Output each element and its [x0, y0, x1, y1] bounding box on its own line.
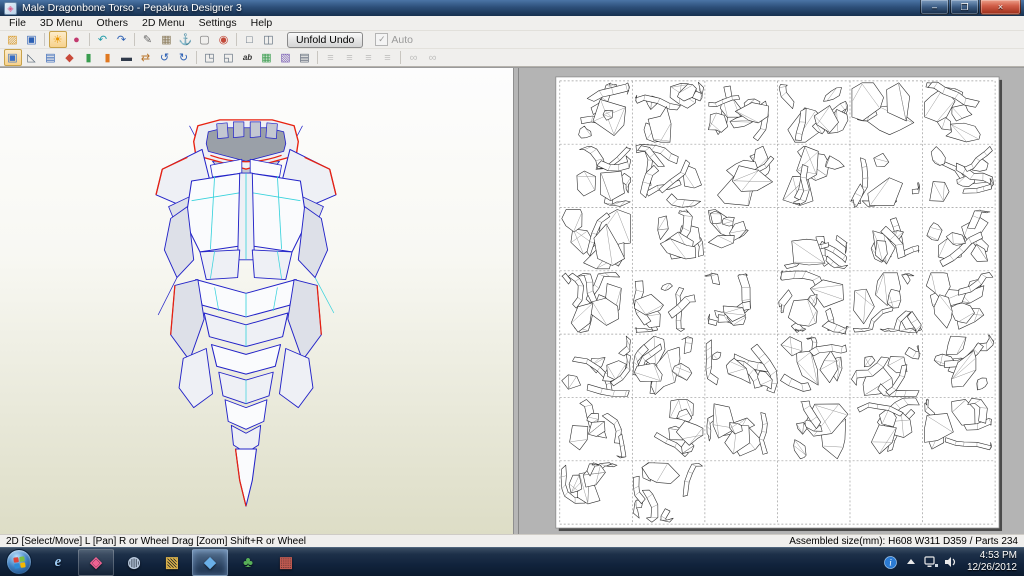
image-page-icon[interactable]: ▧	[277, 49, 295, 66]
taskbar-apps: e ◈ ◍ ▧ ◆ ♣ ▦	[39, 548, 305, 576]
paint-icon[interactable]: ◆	[61, 49, 79, 66]
edit-flap-icon[interactable]: ◺	[23, 49, 41, 66]
taskbar-app-hp-globe-tool[interactable]: ◍	[116, 549, 152, 576]
media-player-icon: ▦	[278, 553, 294, 571]
status-assembled-size: Assembled size(mm): H608 W311 D359 / Par…	[789, 536, 1018, 547]
notification-app-icon[interactable]: i	[884, 555, 898, 569]
part-green-icon[interactable]: ▮	[80, 49, 98, 66]
align-center-icon: ≡	[346, 51, 353, 64]
windows-flag-icon	[12, 555, 26, 569]
menu-help[interactable]: Help	[244, 17, 280, 29]
join-edge-icon: ∞	[409, 51, 418, 64]
menu-file[interactable]: File	[2, 17, 33, 29]
taskbar: e ◈ ◍ ▧ ◆ ♣ ▦ i 4:53 PM 12/26/2012	[0, 547, 1024, 576]
taskbar-app-pepakura-designer[interactable]: ◆	[192, 548, 228, 576]
rotate-piece-ccw-icon[interactable]: ↺	[156, 49, 174, 66]
system-tray: i 4:53 PM 12/26/2012	[884, 548, 1024, 576]
menu-3d-menu[interactable]: 3D Menu	[33, 17, 90, 29]
toolbar-main-icons: ▨ ▣ ☀ ● ↶ ↷ ✎ ▦ ⚓ ▢ ◉ □ ◫	[3, 31, 278, 48]
anchor-icon[interactable]: ⚓	[177, 31, 195, 48]
zoom-selection-icon[interactable]: ◳	[201, 49, 219, 66]
toolbar-separator	[134, 33, 135, 46]
status-bar: 2D [Select/Move] L [Pan] R or Wheel Drag…	[0, 534, 1024, 548]
menu-bar: File 3D Menu Others 2D Menu Settings Help	[0, 16, 1024, 31]
auto-checkbox[interactable]: ✓	[375, 33, 389, 46]
part-orange-icon[interactable]: ▮	[99, 49, 117, 66]
clock-time: 4:53 PM	[979, 549, 1017, 561]
edge-id-icon[interactable]: ab	[239, 49, 257, 66]
restore-button[interactable]: ❐	[950, 0, 979, 15]
show-hidden-icons-button[interactable]	[904, 555, 918, 569]
minimize-button[interactable]: –	[920, 0, 949, 15]
split-edge-icon: ∞	[428, 51, 437, 64]
single-window-icon[interactable]: □	[241, 31, 259, 48]
taskbar-app-media-player[interactable]: ▦	[268, 549, 304, 576]
app-window: ◈ Male Dragonbone Torso - Pepakura Desig…	[0, 0, 1024, 548]
toolbar-2d-icons: ▣ ◺ ▤ ◆ ▮ ▮ ▬ ⇄ ↺ ↻ ◳ ◱ ab ▦ ▧ ▤ ≡ ≡ ≡ ≡ ∞ ∞	[3, 49, 442, 66]
menu-others[interactable]: Others	[90, 17, 136, 29]
align-left-icon: ≡	[327, 51, 334, 64]
status-hint-text: 2D [Select/Move] L [Pan] R or Wheel Drag…	[6, 536, 307, 547]
unfold-undo-button[interactable]: Unfold Undo	[287, 31, 364, 48]
light-toggle-icon[interactable]: ☀	[48, 31, 67, 48]
flip-piece-icon[interactable]: ⇄	[137, 49, 155, 66]
taskbar-clock[interactable]: 4:53 PM 12/26/2012	[967, 550, 1017, 575]
volume-icon[interactable]	[944, 555, 958, 569]
auto-checkbox-group: ✓ Auto	[375, 33, 413, 46]
toolbar-separator	[400, 51, 401, 64]
toolbar-separator	[196, 51, 197, 64]
window-controls: – ❐ ×	[919, 0, 1021, 15]
close-button[interactable]: ×	[980, 0, 1021, 15]
internet-explorer-icon: e	[54, 553, 62, 570]
workspace	[0, 67, 1024, 534]
toolbar-main: ▨ ▣ ☀ ● ↶ ↷ ✎ ▦ ⚓ ▢ ◉ □ ◫ Unfold Undo ✓ Auto	[0, 31, 1024, 49]
align-right-icon: ≡	[365, 51, 372, 64]
zoom-fit-icon[interactable]: ◱	[220, 49, 238, 66]
print-icon[interactable]: ▤	[296, 49, 314, 66]
clock-date: 12/26/2012	[966, 562, 1017, 573]
menu-2d-menu[interactable]: 2D Menu	[135, 17, 192, 29]
title-bar: ◈ Male Dragonbone Torso - Pepakura Desig…	[0, 0, 1024, 16]
rotate-piece-cw-icon[interactable]: ↻	[175, 49, 193, 66]
taskbar-app-nature-app[interactable]: ♣	[230, 549, 266, 576]
texture-page-icon[interactable]: ▦	[258, 49, 276, 66]
pepakura-viewer-icon: ◈	[90, 553, 102, 571]
viewport-2d-pattern[interactable]	[519, 68, 1024, 534]
dark-screen-icon[interactable]: ▬	[118, 49, 136, 66]
toolbar-2d: ▣ ◺ ▤ ◆ ▮ ▮ ▬ ⇄ ↺ ↻ ◳ ◱ ab ▦ ▧ ▤ ≡ ≡ ≡ ≡ ∞ ∞	[0, 49, 1024, 67]
split-window-icon[interactable]: ◫	[260, 31, 278, 48]
align-bottom-icon: ≡	[384, 51, 391, 64]
network-icon[interactable]	[924, 555, 938, 569]
toolbar-separator	[44, 33, 45, 46]
save-icon[interactable]: ▣	[23, 31, 41, 48]
magnet-icon[interactable]: ◉	[215, 31, 233, 48]
monitor-icon[interactable]: ▤	[42, 49, 60, 66]
select-move-icon[interactable]: ▣	[3, 49, 22, 66]
photo-viewer-icon: ▧	[164, 553, 180, 571]
rotate-view-right-icon[interactable]: ↷	[113, 31, 131, 48]
open-file-icon[interactable]: ▨	[4, 31, 22, 48]
auto-checkbox-label: Auto	[391, 33, 413, 46]
pen-icon[interactable]: ✎	[139, 31, 157, 48]
toolbar-separator	[317, 51, 318, 64]
model-3d-torso[interactable]	[110, 112, 382, 516]
toolbar-separator	[89, 33, 90, 46]
nature-app-icon: ♣	[243, 553, 253, 571]
hp-globe-tool-icon: ◍	[127, 553, 141, 571]
taskbar-app-photo-viewer[interactable]: ▧	[154, 549, 190, 576]
material-sphere-icon[interactable]: ●	[68, 31, 86, 48]
taskbar-app-internet-explorer[interactable]: e	[40, 549, 76, 576]
start-button[interactable]	[6, 549, 32, 575]
taskbar-app-pepakura-viewer[interactable]: ◈	[78, 548, 114, 576]
rotate-view-left-icon[interactable]: ↶	[94, 31, 112, 48]
box-select-icon[interactable]: ▢	[196, 31, 214, 48]
menu-settings[interactable]: Settings	[192, 17, 244, 29]
viewport-3d[interactable]	[0, 68, 514, 534]
pattern-sheet[interactable]	[519, 68, 1024, 534]
pepakura-designer-icon: ◆	[204, 553, 216, 571]
toolbar-separator	[236, 33, 237, 46]
window-title: Male Dragonbone Torso - Pepakura Designe…	[22, 2, 242, 14]
stamp-icon[interactable]: ▦	[158, 31, 176, 48]
app-icon: ◈	[4, 1, 17, 15]
